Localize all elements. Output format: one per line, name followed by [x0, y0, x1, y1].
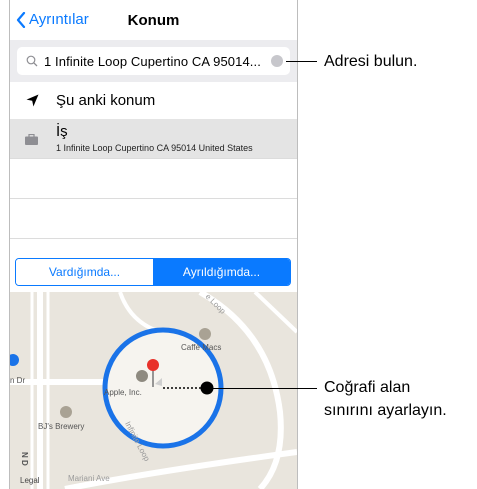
map-label-caffe: Caffè Macs: [181, 343, 222, 352]
briefcase-icon: [25, 134, 38, 145]
segment-arriving[interactable]: Vardığımda...: [16, 259, 153, 285]
list-item-empty: [10, 198, 297, 239]
search-icon: [26, 55, 38, 67]
callout-find-address: Adresi bulun.: [324, 53, 418, 70]
callout-line-search: [286, 61, 317, 62]
callout-line-geofence: [213, 388, 317, 389]
map-label-dr: n Dr: [10, 376, 26, 385]
page-title: Konum: [127, 12, 180, 29]
map-label-brewery: BJ's Brewery: [38, 422, 85, 431]
map-view[interactable]: Caffè Macs Apple, Inc. BJ's Brewery Mari…: [10, 292, 297, 489]
search-bar: 1 Infinite Loop Cupertino CA 95014...: [10, 40, 297, 82]
list-item-work[interactable]: İş 1 Infinite Loop Cupertino CA 95014 Un…: [10, 119, 297, 159]
list-item-empty: [10, 158, 297, 199]
callout-geofence-line2: sınırını ayarlayın.: [324, 402, 447, 419]
work-label: İş: [56, 123, 68, 140]
map-canvas: [10, 292, 297, 489]
map-label-apple: Apple, Inc.: [104, 388, 142, 397]
clear-icon[interactable]: [271, 55, 283, 67]
arrive-leave-segmented-control: Vardığımda... Ayrıldığımda...: [15, 258, 291, 286]
list-item-current-location[interactable]: Şu anki konum: [10, 82, 297, 120]
nav-bar: Ayrıntılar Konum: [10, 0, 297, 40]
search-input[interactable]: 1 Infinite Loop Cupertino CA 95014...: [17, 47, 290, 75]
callout-geofence-line1: Coğrafi alan: [324, 379, 411, 396]
location-arrow-icon: [26, 94, 39, 107]
phone-screen: Ayrıntılar Konum 1 Infinite Loop Cuperti…: [9, 0, 298, 489]
current-location-label: Şu anki konum: [56, 92, 156, 109]
segment-leaving[interactable]: Ayrıldığımda...: [153, 259, 290, 285]
map-label-nd: N D: [20, 452, 29, 466]
search-value: 1 Infinite Loop Cupertino CA 95014...: [44, 53, 261, 69]
map-legal-link[interactable]: Legal: [20, 476, 40, 485]
map-label-mariani: Mariani Ave: [68, 474, 110, 483]
work-address: 1 Infinite Loop Cupertino CA 95014 Unite…: [56, 143, 253, 153]
